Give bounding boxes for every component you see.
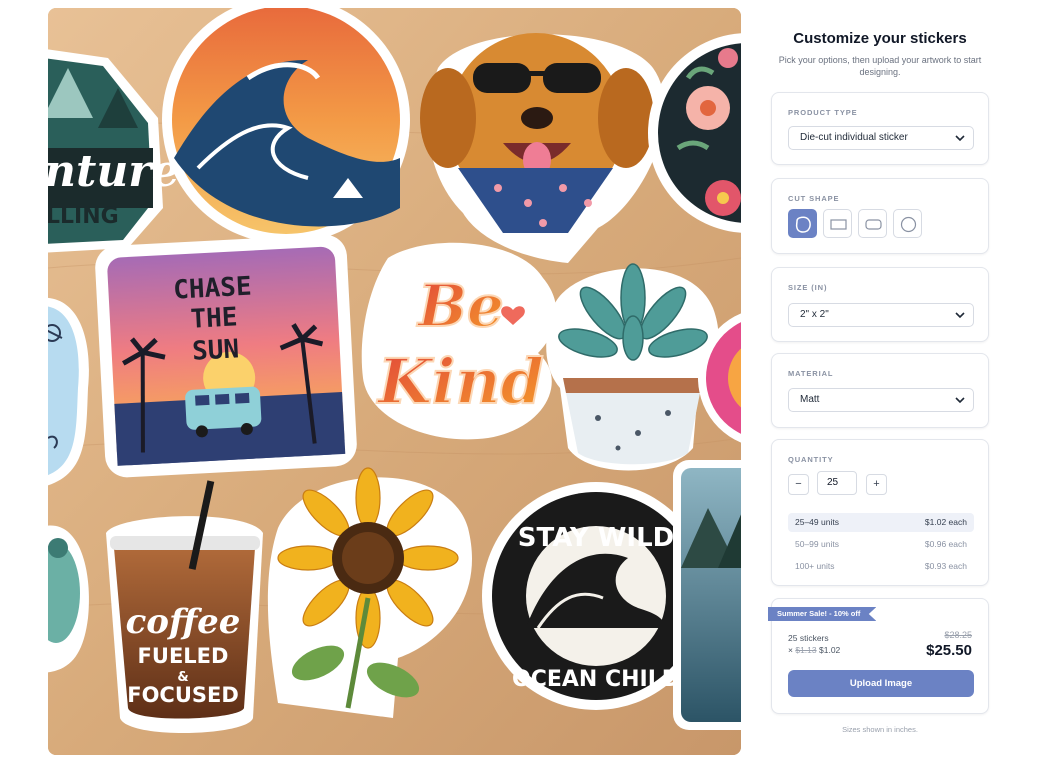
tier-price: $0.96 each (924, 539, 967, 549)
cut-shape-rounded-button[interactable] (858, 209, 887, 238)
sticker-count: 25 stickers (788, 633, 829, 643)
cut-shape-rectangle-button[interactable] (823, 209, 852, 238)
times-symbol: × (788, 645, 793, 655)
sticker-text-focused: FOCUSED (127, 683, 239, 707)
quantity-input[interactable]: 25 (817, 471, 857, 495)
page-subtitle: Pick your options, then upload your artw… (771, 54, 989, 78)
sticker-text-kind: Kind (376, 345, 544, 418)
price-tier-row: 50–99 units $0.96 each (788, 535, 974, 554)
sticker-be-kind: Be Kind (361, 242, 557, 440)
quantity-decrease-button[interactable]: − (788, 474, 809, 495)
cut-shape-label: CUT SHAPE (788, 194, 840, 203)
size-value: 2" x 2" (800, 309, 829, 320)
sticker-lake (673, 460, 741, 730)
chevron-down-icon (955, 397, 965, 404)
quantity-label: QUANTITY (788, 455, 834, 464)
sticker-collage-image: nture LLING CHASE THE SUN Be Kind coffee… (48, 8, 741, 755)
die-cut-shape-icon (795, 216, 811, 233)
old-unit-price: $1.13 (795, 645, 817, 655)
sticker-text-fueled: FUELED (138, 644, 229, 668)
size-card: SIZE (IN) 2" x 2" (771, 267, 989, 342)
sale-badge: Summer Sale! - 10% off (768, 607, 877, 621)
order-summary-card: Summer Sale! - 10% off 25 stickers × $1.… (768, 598, 989, 714)
product-type-value: Die-cut individual sticker (800, 132, 908, 143)
quantity-increase-button[interactable]: + (866, 474, 887, 495)
subtitle-line-1: Pick your options, then upload your artw… (778, 55, 982, 65)
tier-range: 50–99 units (795, 539, 839, 549)
cut-shape-die-cut-button[interactable] (788, 209, 817, 238)
sticker-text-the: THE (190, 302, 238, 334)
cut-shape-circle-button[interactable] (893, 209, 922, 238)
new-unit-price: $1.02 (819, 645, 841, 655)
tier-range: 100+ units (795, 561, 835, 571)
total-price: $25.50 (926, 642, 972, 659)
price-tier-row: 25–49 units $1.02 each (788, 513, 974, 532)
sticker-chase-the-sun: CHASE THE SUN (95, 234, 357, 478)
material-card: MATERIAL Matt (771, 353, 989, 428)
sizes-footnote: Sizes shown in inches. (842, 725, 918, 734)
quantity-card: QUANTITY − 25 + 25–49 units $1.02 each 5… (771, 439, 989, 586)
sticker-text-coffee: coffee (126, 602, 241, 642)
sticker-text-adventure: nture (48, 146, 179, 197)
chevron-down-icon (955, 312, 965, 319)
price-tier-row: 100+ units $0.93 each (788, 557, 974, 576)
material-label: MATERIAL (788, 369, 834, 378)
material-value: Matt (800, 394, 820, 405)
sticker-text-stay-wild: STAY WILD (518, 523, 674, 553)
sticker-text-chase: CHASE (173, 272, 253, 306)
circle-shape-icon (900, 216, 917, 233)
chevron-down-icon (955, 135, 965, 142)
sticker-text-sun: SUN (191, 334, 239, 366)
sticker-text-be: Be (416, 272, 504, 340)
sticker-succulent (546, 263, 719, 471)
size-select[interactable]: 2" x 2" (788, 303, 974, 327)
tier-price: $0.93 each (924, 561, 967, 571)
tier-range: 25–49 units (795, 517, 839, 527)
material-select[interactable]: Matt (788, 388, 974, 412)
product-type-card: PRODUCT TYPE Die-cut individual sticker (771, 92, 989, 165)
cut-shape-card: CUT SHAPE (771, 178, 989, 254)
old-total-price: $28.25 (944, 630, 972, 640)
rectangle-shape-icon (830, 219, 847, 230)
page-title: Customize your stickers (793, 30, 967, 47)
product-type-select[interactable]: Die-cut individual sticker (788, 126, 974, 150)
rounded-rectangle-shape-icon (865, 219, 882, 230)
unit-price-line: × $1.13 $1.02 (788, 645, 840, 655)
upload-image-button[interactable]: Upload Image (788, 670, 974, 697)
size-label: SIZE (IN) (788, 283, 828, 292)
sticker-text-ocean-child: OCEAN CHILD (512, 667, 680, 692)
tier-price: $1.02 each (924, 517, 967, 527)
product-type-label: PRODUCT TYPE (788, 108, 858, 117)
sticker-text-travelling: LLING (48, 204, 119, 229)
subtitle-line-2: designing. (859, 67, 901, 77)
